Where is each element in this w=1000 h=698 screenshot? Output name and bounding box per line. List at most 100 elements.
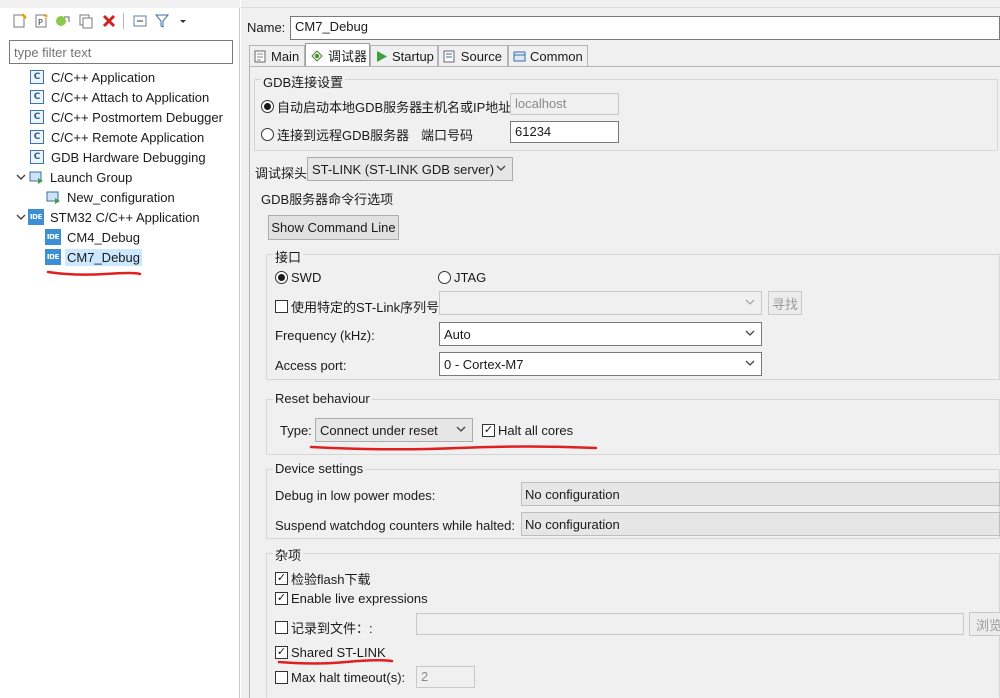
checkbox-max-halt-timeout[interactable]: Max halt timeout(s):	[275, 670, 405, 685]
access-port-value: 0 - Cortex-M7	[444, 356, 524, 372]
chevron-down-icon	[745, 330, 755, 336]
radio-label: SWD	[291, 270, 322, 285]
tree-item-label: New_configuration	[67, 189, 175, 205]
collapse-all-icon[interactable]	[131, 12, 148, 29]
tab-startup[interactable]: Startup	[370, 45, 438, 67]
reset-behaviour-title: Reset behaviour	[273, 391, 372, 406]
delete-icon[interactable]	[100, 12, 117, 29]
reset-type-value: Connect under reset	[320, 422, 438, 438]
port-input[interactable]: 61234	[510, 121, 619, 143]
tree-item-c-cpp-remote[interactable]: C C/C++ Remote Application	[29, 127, 206, 147]
port-label: 端口号码	[421, 128, 474, 143]
radio-label: 连接到远程GDB服务器	[277, 128, 410, 143]
browse-button[interactable]: 浏览	[969, 612, 1000, 636]
tree-item-c-cpp-attach[interactable]: C C/C++ Attach to Application	[29, 87, 211, 107]
host-input[interactable]: localhost	[510, 93, 619, 115]
checkbox-label: Halt all cores	[498, 423, 574, 438]
tree-item-label: CM4_Debug	[67, 229, 140, 245]
checkbox[interactable]: ✓	[275, 592, 288, 605]
log-file-input[interactable]	[416, 613, 964, 635]
probe-select[interactable]: ST-LINK (ST-LINK GDB server)	[307, 157, 513, 181]
checkbox[interactable]	[275, 671, 288, 684]
tab-label: Common	[530, 49, 583, 64]
radio-swd[interactable]: SWD	[275, 270, 321, 285]
filter-icon[interactable]	[153, 12, 170, 29]
radio-jtag[interactable]: JTAG	[438, 270, 486, 285]
watchdog-label: Suspend watchdog counters while halted:	[275, 518, 515, 533]
view-menu-chevron-down-icon[interactable]	[174, 12, 191, 29]
tab-label: Source	[460, 49, 502, 64]
checkbox-label: 检验flash下载	[291, 572, 371, 587]
checkbox-label: 使用特定的ST-Link序列号	[291, 300, 440, 315]
tree-item-cm7-debug[interactable]: IDE CM7_Debug	[45, 247, 142, 267]
tree-item-gdb-hardware[interactable]: C GDB Hardware Debugging	[29, 147, 208, 167]
svg-text:P: P	[38, 18, 43, 27]
radio-remote-gdb[interactable]: 连接到远程GDB服务器	[261, 125, 409, 144]
duplicate-icon[interactable]	[77, 12, 94, 29]
radio-button[interactable]	[438, 271, 451, 284]
probe-label: 调试探头	[255, 166, 308, 181]
checkbox[interactable]	[275, 621, 288, 634]
chevron-down-icon[interactable]	[14, 210, 28, 224]
show-command-line-button[interactable]: Show Command Line	[268, 215, 399, 240]
annotation-underline	[46, 270, 142, 276]
radio-button[interactable]	[261, 100, 274, 113]
tree-item-launch-group[interactable]: Launch Group	[14, 167, 134, 187]
frequency-select[interactable]: Auto	[439, 322, 762, 346]
checkbox-log-to-file[interactable]: 记录到文件：:	[275, 618, 373, 637]
radio-local-gdb[interactable]: 自动启动本地GDB服务器	[261, 97, 422, 116]
tree-item-cm4-debug[interactable]: IDE CM4_Debug	[45, 227, 142, 247]
tree-item-c-cpp-postmortem[interactable]: C C/C++ Postmortem Debugger	[29, 107, 225, 127]
tree-item-label: STM32 C/C++ Application	[50, 209, 200, 225]
checkbox-use-serial[interactable]: 使用特定的ST-Link序列号	[275, 297, 439, 316]
find-button[interactable]: 寻找	[768, 291, 802, 315]
tab-main[interactable]: Main	[249, 45, 305, 67]
chevron-down-icon[interactable]	[14, 170, 28, 184]
radio-label: 自动启动本地GDB服务器	[277, 100, 423, 115]
annotation-underline	[277, 658, 394, 665]
name-input[interactable]: CM7_Debug	[290, 16, 1000, 40]
chevron-down-icon	[496, 165, 506, 171]
tab-debugger[interactable]: 调试器	[305, 43, 370, 67]
max-halt-input[interactable]: 2	[416, 666, 475, 688]
main-tab-icon	[254, 50, 267, 64]
tree-item-label: C/C++ Remote Application	[51, 129, 205, 145]
radio-button[interactable]	[275, 271, 288, 284]
checkbox[interactable]: ✓	[275, 572, 288, 585]
checkbox-live-expressions[interactable]: ✓ Enable live expressions	[275, 591, 428, 606]
tab-common[interactable]: Common	[508, 45, 588, 67]
serial-select[interactable]	[439, 291, 762, 315]
launch-group-icon	[28, 169, 44, 185]
low-power-field[interactable]: No configuration	[521, 482, 1000, 506]
tree-item-label: C/C++ Postmortem Debugger	[51, 109, 223, 125]
device-settings-title: Device settings	[273, 461, 366, 476]
new-config-icon[interactable]	[10, 12, 27, 29]
annotation-underline	[309, 445, 598, 451]
frequency-label: Frequency (kHz):	[275, 328, 375, 343]
tree-item-stm32-application[interactable]: IDE STM32 C/C++ Application	[14, 207, 202, 227]
ide-icon: IDE	[28, 209, 44, 225]
export-icon[interactable]	[54, 12, 71, 29]
checkbox[interactable]	[275, 300, 288, 313]
access-port-label: Access port:	[275, 358, 347, 373]
host-label: 主机名或IP地址	[421, 100, 512, 115]
misc-title: 杂项	[273, 545, 304, 564]
chevron-down-icon	[456, 426, 466, 432]
checkbox-label: Max halt timeout(s):	[291, 670, 406, 685]
radio-button[interactable]	[261, 128, 274, 141]
checkbox-verify-flash[interactable]: ✓ 检验flash下载	[275, 569, 370, 588]
tab-source[interactable]: Source	[438, 45, 508, 67]
access-port-select[interactable]: 0 - Cortex-M7	[439, 352, 762, 376]
tree-item-c-cpp-application[interactable]: C C/C++ Application	[29, 67, 157, 87]
watchdog-field[interactable]: No configuration	[521, 512, 1000, 536]
tree-item-new-configuration[interactable]: New_configuration	[45, 187, 177, 207]
checkbox[interactable]: ✓	[482, 424, 495, 437]
new-prototype-icon[interactable]: P	[32, 12, 49, 29]
checkbox-halt-all-cores[interactable]: ✓ Halt all cores	[482, 423, 573, 438]
reset-type-select[interactable]: Connect under reset	[315, 418, 473, 442]
tab-label: 调试器	[328, 49, 368, 64]
gdb-connection-title: GDB连接设置	[261, 72, 346, 91]
filter-input[interactable]	[9, 40, 233, 64]
common-tab-icon	[513, 50, 526, 64]
c-app-icon: C	[30, 70, 44, 84]
